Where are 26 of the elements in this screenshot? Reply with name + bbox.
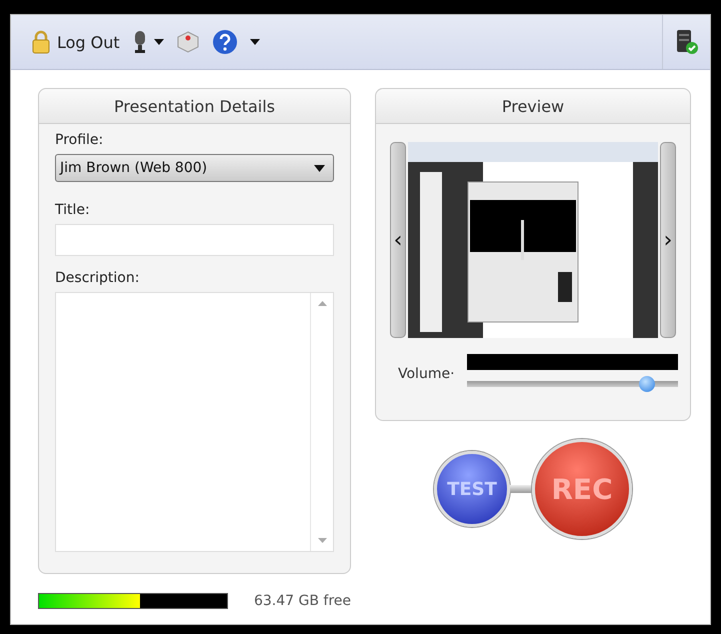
logout-button[interactable]: Log Out	[31, 30, 120, 54]
slider-thumb[interactable]	[638, 376, 655, 392]
caret-icon	[154, 39, 164, 45]
scroll-up-icon	[318, 301, 326, 306]
next-button[interactable]: ›	[660, 142, 676, 338]
description-input-field[interactable]	[55, 292, 334, 552]
caret-icon	[250, 39, 260, 45]
server-check-icon	[674, 29, 698, 55]
cube-icon	[176, 30, 200, 54]
help-dropdown-button[interactable]	[212, 29, 260, 55]
profile-dropdown[interactable]: Jim Brown (Web 800)	[55, 154, 334, 182]
title-input-field[interactable]	[55, 224, 334, 256]
connector-bar	[510, 485, 532, 493]
field-label: Description:	[55, 270, 140, 286]
record-toolbar-button[interactable]	[176, 30, 200, 54]
panel-title: Preview	[376, 89, 690, 124]
previous-button[interactable]: ‹	[390, 142, 406, 338]
scroll-down-icon	[318, 538, 326, 543]
volume-label: Volume·	[398, 366, 455, 382]
field-label: Profile:	[55, 132, 104, 148]
panel-title: Presentation Details	[39, 89, 350, 124]
caret-icon	[314, 164, 325, 172]
field-label: Title:	[55, 202, 91, 218]
padlock-icon	[31, 30, 51, 54]
help-icon	[212, 29, 238, 55]
free-space-text: 63.47 GB free	[254, 593, 351, 609]
